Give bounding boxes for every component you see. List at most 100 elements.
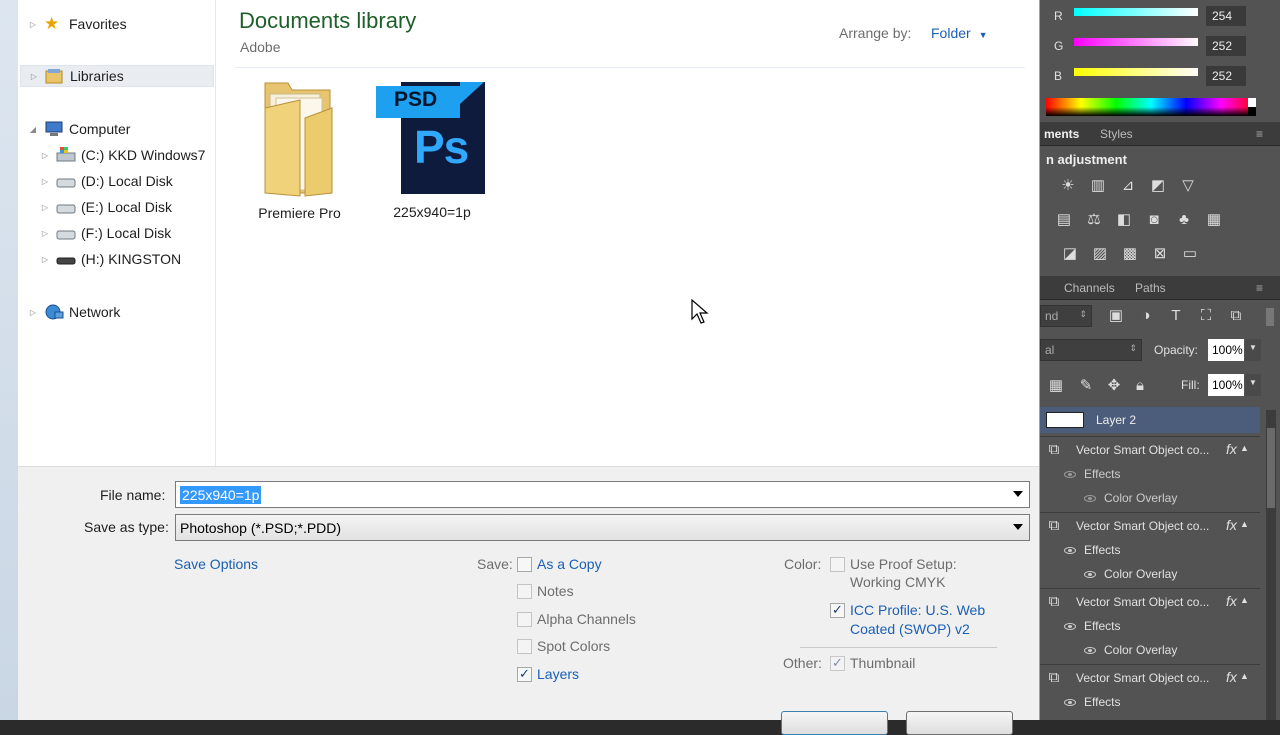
expand-arrow-icon[interactable]: ▷ bbox=[40, 255, 50, 264]
nav-item-libraries[interactable]: ▷ Libraries bbox=[20, 65, 214, 87]
lock-all-icon[interactable]: 🔒︎ bbox=[1130, 377, 1150, 395]
fx-icon[interactable]: fx bbox=[1226, 441, 1237, 457]
effect-row[interactable]: Color Overlay bbox=[1084, 567, 1177, 581]
white-swatch[interactable] bbox=[1248, 98, 1256, 107]
lock-paint-icon[interactable]: ✎ bbox=[1076, 377, 1096, 395]
save-as-type-select[interactable]: Photoshop (*.PSD;*.PDD) bbox=[175, 514, 1030, 541]
tab-paths[interactable]: Paths bbox=[1135, 281, 1166, 295]
nav-item-network[interactable]: ▷ Network bbox=[28, 301, 120, 323]
tab-channels[interactable]: Channels bbox=[1064, 281, 1115, 295]
blue-value[interactable]: 252 bbox=[1206, 66, 1246, 86]
fx-icon[interactable]: fx bbox=[1226, 517, 1237, 533]
green-slider[interactable] bbox=[1074, 38, 1198, 46]
filter-adjustment-icon[interactable]: ◑ bbox=[1136, 307, 1156, 325]
visibility-eye-icon[interactable] bbox=[1064, 471, 1076, 479]
visibility-eye-icon[interactable] bbox=[1064, 623, 1076, 631]
blue-slider[interactable] bbox=[1074, 68, 1198, 76]
channel-mixer-icon[interactable]: ♣ bbox=[1174, 211, 1194, 229]
lock-transparent-icon[interactable]: ▦ bbox=[1046, 377, 1066, 395]
posterize-icon[interactable]: ▨ bbox=[1090, 245, 1110, 263]
gradient-map-icon[interactable]: ▭ bbox=[1180, 245, 1200, 263]
red-slider[interactable] bbox=[1074, 8, 1198, 16]
nav-item-drive-c[interactable]: ▷ (C:) KKD Windows7 bbox=[40, 144, 205, 166]
panel-menu-icon[interactable]: ≡ bbox=[1256, 127, 1263, 141]
alpha-channels-checkbox[interactable] bbox=[517, 612, 532, 627]
file-name-input[interactable]: 225x940=1p bbox=[175, 481, 1030, 508]
expand-arrow-icon[interactable]: ▷ bbox=[40, 177, 50, 186]
layers-label[interactable]: Layers bbox=[537, 666, 579, 682]
filter-smart-object-icon[interactable]: ⧉ bbox=[1226, 307, 1246, 325]
icc-profile-checkbox[interactable] bbox=[830, 602, 845, 618]
expand-arrow-icon[interactable]: ▷ bbox=[28, 308, 38, 317]
as-a-copy-checkbox[interactable] bbox=[517, 557, 532, 572]
color-lookup-icon[interactable]: ▦ bbox=[1204, 211, 1224, 229]
fill-input[interactable]: 100% bbox=[1208, 374, 1244, 396]
layers-scrollbar[interactable] bbox=[1266, 410, 1276, 720]
dropdown-arrow-icon[interactable] bbox=[1013, 524, 1023, 530]
file-item-premiere-pro[interactable]: Premiere Pro bbox=[252, 78, 347, 221]
blend-mode-select[interactable]: al ⇕ bbox=[1040, 339, 1142, 361]
icc-profile-line1[interactable]: ICC Profile: U.S. Web bbox=[850, 602, 985, 618]
levels-icon[interactable]: ▥ bbox=[1088, 177, 1108, 195]
save-button[interactable] bbox=[781, 711, 888, 735]
layer-row[interactable]: ⧉ Vector Smart Object co... fx ▲ Effects bbox=[1040, 664, 1260, 720]
scrollbar-thumb[interactable] bbox=[1267, 428, 1275, 508]
as-a-copy-label[interactable]: As a Copy bbox=[537, 556, 602, 572]
color-balance-icon[interactable]: ⚖ bbox=[1084, 211, 1104, 229]
invert-icon[interactable]: ◪ bbox=[1060, 245, 1080, 263]
vibrance-icon[interactable]: ▽ bbox=[1178, 177, 1198, 195]
thumbnail-checkbox[interactable] bbox=[830, 655, 845, 671]
layer-row[interactable]: ⧉ Vector Smart Object co... fx ▲ Effects… bbox=[1040, 512, 1260, 588]
save-options-link[interactable]: Save Options bbox=[174, 556, 258, 572]
visibility-eye-icon[interactable] bbox=[1064, 699, 1076, 707]
expand-arrow-icon[interactable]: ▷ bbox=[40, 229, 50, 238]
effect-row[interactable]: Color Overlay bbox=[1084, 643, 1177, 657]
effect-row[interactable]: Color Overlay bbox=[1084, 491, 1177, 505]
expand-arrow-icon[interactable]: ▷ bbox=[40, 151, 50, 160]
layer-row-selected[interactable]: Layer 2 bbox=[1040, 407, 1260, 433]
collapse-arrow-icon[interactable]: ▲ bbox=[1240, 443, 1249, 453]
layer-row[interactable]: ⧉ Vector Smart Object co... fx ▲ Effects… bbox=[1040, 436, 1260, 512]
expand-arrow-icon[interactable]: ▷ bbox=[29, 72, 39, 81]
photo-filter-icon[interactable]: ◙ bbox=[1144, 211, 1164, 229]
nav-item-drive-e[interactable]: ▷ (E:) Local Disk bbox=[40, 196, 172, 218]
nav-item-drive-f[interactable]: ▷ (F:) Local Disk bbox=[40, 222, 171, 244]
black-white-icon[interactable]: ◧ bbox=[1114, 211, 1134, 229]
filter-toggle[interactable] bbox=[1266, 308, 1274, 326]
red-value[interactable]: 254 bbox=[1206, 6, 1246, 26]
opacity-input[interactable]: 100% bbox=[1208, 339, 1244, 361]
collapse-arrow-icon[interactable]: ◢ bbox=[28, 125, 38, 134]
curves-icon[interactable]: ⊿ bbox=[1118, 177, 1138, 195]
visibility-eye-icon[interactable] bbox=[1084, 571, 1096, 579]
layers-checkbox[interactable] bbox=[517, 666, 532, 682]
panel-menu-icon[interactable]: ≡ bbox=[1256, 281, 1263, 295]
nav-item-favorites[interactable]: ▷ ★ Favorites bbox=[28, 13, 127, 35]
tab-adjustments[interactable]: ments bbox=[1044, 127, 1079, 141]
notes-checkbox[interactable] bbox=[517, 584, 532, 599]
visibility-eye-icon[interactable] bbox=[1064, 547, 1076, 555]
collapse-arrow-icon[interactable]: ▲ bbox=[1240, 519, 1249, 529]
cancel-button[interactable] bbox=[906, 711, 1013, 735]
filter-type-icon[interactable]: T bbox=[1166, 307, 1186, 325]
arrange-by-dropdown[interactable]: Folder ▼ bbox=[931, 25, 988, 41]
filter-shape-icon[interactable]: ⛶ bbox=[1196, 307, 1216, 325]
brightness-icon[interactable]: ☀ bbox=[1058, 177, 1078, 195]
opacity-dropdown-icon[interactable]: ▼ bbox=[1245, 339, 1261, 361]
effects-row[interactable]: Effects bbox=[1064, 695, 1120, 709]
effects-row[interactable]: Effects bbox=[1064, 619, 1120, 633]
filter-image-icon[interactable]: ▣ bbox=[1106, 307, 1126, 325]
expand-arrow-icon[interactable]: ▷ bbox=[28, 20, 38, 29]
fx-icon[interactable]: fx bbox=[1226, 593, 1237, 609]
green-value[interactable]: 252 bbox=[1206, 36, 1246, 56]
selective-color-icon[interactable]: ⊠ bbox=[1150, 245, 1170, 263]
effects-row[interactable]: Effects bbox=[1064, 467, 1120, 481]
dropdown-arrow-icon[interactable] bbox=[1013, 491, 1023, 497]
visibility-eye-icon[interactable] bbox=[1084, 647, 1096, 655]
hue-saturation-icon[interactable]: ▤ bbox=[1054, 211, 1074, 229]
lock-position-icon[interactable]: ✥ bbox=[1104, 377, 1124, 395]
nav-item-computer[interactable]: ◢ Computer bbox=[28, 118, 131, 140]
nav-item-drive-d[interactable]: ▷ (D:) Local Disk bbox=[40, 170, 173, 192]
spot-colors-checkbox[interactable] bbox=[517, 639, 532, 654]
fx-icon[interactable]: fx bbox=[1226, 669, 1237, 685]
black-swatch[interactable] bbox=[1248, 107, 1256, 116]
